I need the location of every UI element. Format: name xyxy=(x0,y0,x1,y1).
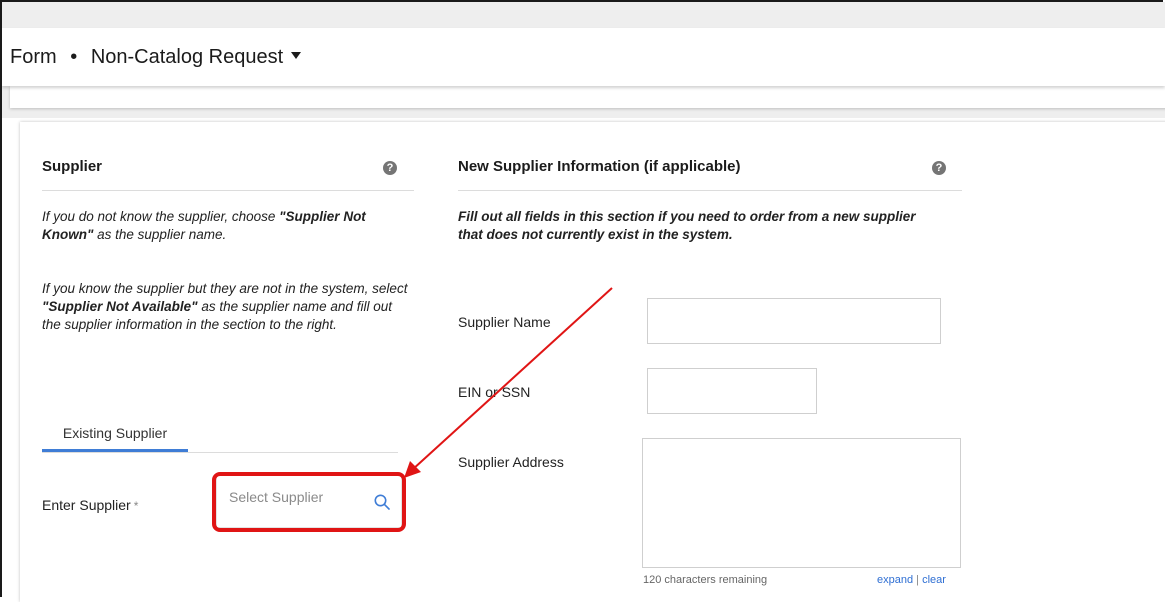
help-icon[interactable]: ? xyxy=(932,161,946,175)
window-top-strip xyxy=(2,2,1165,28)
ein-ssn-input[interactable] xyxy=(647,368,817,414)
supplier-instructions-1: If you do not know the supplier, choose … xyxy=(42,209,366,242)
supplier-divider xyxy=(42,190,414,191)
form-title: Non-Catalog Request xyxy=(90,46,284,68)
supplier-section-title: Supplier xyxy=(42,158,103,175)
clear-link[interactable]: clear xyxy=(922,574,946,586)
ein-ssn-label: EIN or SSN xyxy=(458,384,531,400)
form-card xyxy=(20,122,1165,602)
form-title-dropdown[interactable]: Non-Catalog Request xyxy=(90,46,302,68)
expand-link[interactable]: expand xyxy=(877,574,913,586)
tab-existing-supplier[interactable]: Existing Supplier xyxy=(42,416,188,452)
annotation-highlight-box xyxy=(212,472,406,532)
help-icon[interactable]: ? xyxy=(383,161,397,175)
textarea-links: expand | clear xyxy=(877,574,946,586)
tab-divider xyxy=(42,452,398,453)
link-separator: | xyxy=(916,574,920,586)
chars-remaining-counter: 120 characters remaining xyxy=(643,574,768,586)
title-separator: • xyxy=(70,46,78,68)
header-card-edge xyxy=(10,86,1165,108)
enter-supplier-label: Enter Supplier * xyxy=(42,497,139,513)
new-supplier-divider xyxy=(458,190,962,191)
new-supplier-section-title: New Supplier Information (if applicable) xyxy=(458,158,741,175)
supplier-address-textarea[interactable] xyxy=(642,438,961,568)
supplier-instructions-2: If you know the supplier but they are no… xyxy=(42,281,408,332)
form-prefix: Form xyxy=(10,46,57,68)
supplier-name-input[interactable] xyxy=(647,298,941,344)
required-icon: * xyxy=(133,499,139,513)
new-supplier-instructions: Fill out all fields in this section if y… xyxy=(458,209,916,242)
supplier-address-label: Supplier Address xyxy=(458,454,564,470)
form-header: Form • Non-Catalog Request xyxy=(2,28,1165,86)
caret-down-icon[interactable] xyxy=(291,52,302,59)
supplier-name-label: Supplier Name xyxy=(458,314,551,330)
page-title: Form • Non-Catalog Request xyxy=(10,46,302,69)
